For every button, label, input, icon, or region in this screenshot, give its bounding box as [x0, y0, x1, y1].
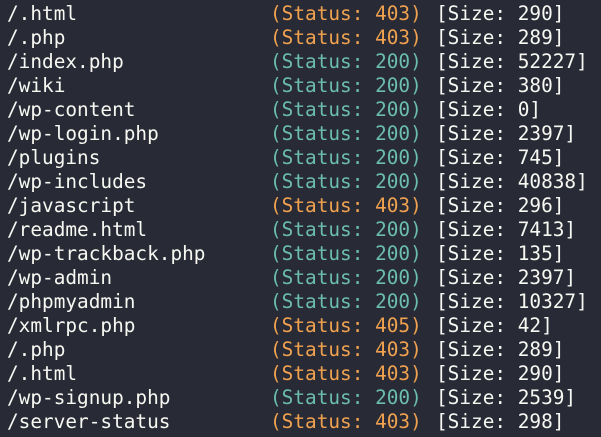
result-status: (Status: 200) [270, 290, 422, 313]
result-size: [Size: 296] [436, 194, 565, 217]
result-status: (Status: 200) [270, 122, 422, 145]
result-status: (Status: 200) [270, 242, 422, 265]
result-size: [Size: 289] [436, 338, 565, 361]
result-status: (Status: 403) [270, 338, 422, 361]
result-path: /wiki [7, 74, 66, 97]
result-size: [Size: 2539] [436, 386, 577, 409]
result-line: /.html (Status: 403) [Size: 290] [0, 362, 601, 386]
result-line: /xmlrpc.php (Status: 405) [Size: 42] [0, 314, 601, 338]
result-path: /wp-content [7, 98, 136, 121]
result-path: /xmlrpc.php [7, 314, 136, 337]
result-path: /.php [7, 338, 66, 361]
result-status: (Status: 200) [270, 386, 422, 409]
result-path: /index.php [7, 50, 124, 73]
result-status: (Status: 403) [270, 410, 422, 433]
result-line: /index.php (Status: 200) [Size: 52227] [0, 50, 601, 74]
result-size: [Size: 42] [436, 314, 553, 337]
result-status: (Status: 200) [270, 50, 422, 73]
result-size: [Size: 7413] [436, 218, 577, 241]
result-line: /readme.html (Status: 200) [Size: 7413] [0, 218, 601, 242]
result-line: /wp-content (Status: 200) [Size: 0] [0, 98, 601, 122]
result-size: [Size: 745] [436, 146, 565, 169]
result-path: /.html [7, 362, 78, 385]
result-path: /wp-login.php [7, 122, 159, 145]
result-line: /phpmyadmin (Status: 200) [Size: 10327] [0, 290, 601, 314]
result-size: [Size: 40838] [436, 170, 588, 193]
result-status: (Status: 200) [270, 146, 422, 169]
result-path: /phpmyadmin [7, 290, 136, 313]
result-line: /wp-login.php (Status: 200) [Size: 2397] [0, 122, 601, 146]
result-status: (Status: 403) [270, 26, 422, 49]
result-path: /.php [7, 26, 66, 49]
result-status: (Status: 403) [270, 194, 422, 217]
result-size: [Size: 135] [436, 242, 565, 265]
result-line: /.php (Status: 403) [Size: 289] [0, 338, 601, 362]
result-status: (Status: 200) [270, 218, 422, 241]
result-path: /plugins [7, 146, 101, 169]
result-status: (Status: 405) [270, 314, 422, 337]
result-path: /wp-admin [7, 266, 113, 289]
result-status: (Status: 200) [270, 74, 422, 97]
result-size: [Size: 289] [436, 26, 565, 49]
result-status: (Status: 200) [270, 266, 422, 289]
result-line: /wp-trackback.php (Status: 200) [Size: 1… [0, 242, 601, 266]
result-line: /server-status (Status: 403) [Size: 298] [0, 410, 601, 434]
result-size: [Size: 298] [436, 410, 565, 433]
result-size: [Size: 290] [436, 2, 565, 25]
result-status: (Status: 403) [270, 2, 422, 25]
terminal-output: /.html (Status: 403) [Size: 290] /.php (… [0, 0, 601, 437]
result-path: /server-status [7, 410, 171, 433]
result-size: [Size: 380] [436, 74, 565, 97]
result-line: /javascript (Status: 403) [Size: 296] [0, 194, 601, 218]
result-line: /plugins (Status: 200) [Size: 745] [0, 146, 601, 170]
result-size: [Size: 0] [436, 98, 542, 121]
result-size: [Size: 52227] [436, 50, 588, 73]
result-path: /.html [7, 2, 78, 25]
result-path: /wp-trackback.php [7, 242, 206, 265]
result-line: /wp-signup.php (Status: 200) [Size: 2539… [0, 386, 601, 410]
result-path: /wp-includes [7, 170, 148, 193]
result-line: /.php (Status: 403) [Size: 289] [0, 26, 601, 50]
result-line: /wp-includes (Status: 200) [Size: 40838] [0, 170, 601, 194]
result-size: [Size: 2397] [436, 122, 577, 145]
result-size: [Size: 2397] [436, 266, 577, 289]
result-line: /.html (Status: 403) [Size: 290] [0, 2, 601, 26]
result-line: /wp-admin (Status: 200) [Size: 2397] [0, 266, 601, 290]
result-status: (Status: 200) [270, 98, 422, 121]
result-path: /readme.html [7, 218, 148, 241]
result-line: /wiki (Status: 200) [Size: 380] [0, 74, 601, 98]
result-path: /wp-signup.php [7, 386, 171, 409]
result-size: [Size: 290] [436, 362, 565, 385]
result-status: (Status: 200) [270, 170, 422, 193]
result-status: (Status: 403) [270, 362, 422, 385]
result-path: /javascript [7, 194, 136, 217]
result-size: [Size: 10327] [436, 290, 588, 313]
